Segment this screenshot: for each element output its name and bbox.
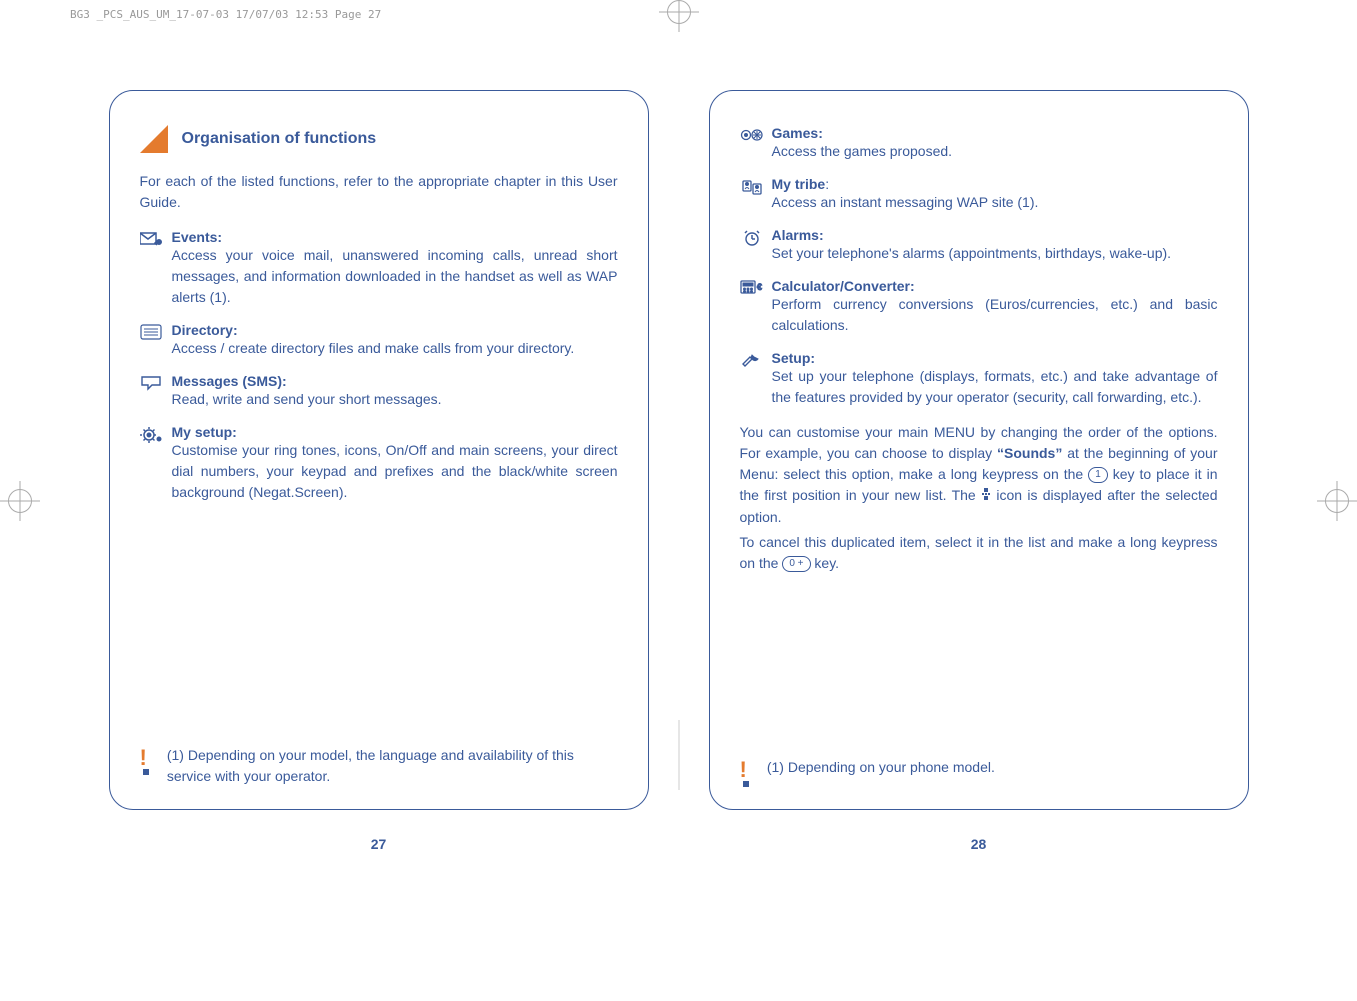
item-events: Events: Access your voice mail, unanswer… xyxy=(140,229,618,308)
triangle-icon xyxy=(140,125,168,153)
svg-text:€: € xyxy=(757,282,762,292)
directory-icon xyxy=(140,322,172,359)
item-title: Setup: xyxy=(772,350,1218,366)
item-title: Calculator/Converter: xyxy=(772,278,1218,294)
item-setup: Setup: Set up your telephone (displays, … xyxy=(740,350,1218,408)
list-marker-icon xyxy=(981,486,991,507)
item-desc: Access the games proposed. xyxy=(772,141,1218,162)
page-box-right: Games: Access the games proposed. My tri… xyxy=(709,90,1249,810)
item-desc: Access an instant messaging WAP site (1)… xyxy=(772,192,1218,213)
item-title: Alarms: xyxy=(772,227,1218,243)
bang-icon: ! xyxy=(740,757,767,787)
item-desc: Access your voice mail, unanswered incom… xyxy=(172,245,618,308)
footnote-left: ! (1) Depending on your model, the langu… xyxy=(140,745,618,787)
crop-mark-top xyxy=(667,0,691,24)
intro-text: For each of the listed functions, refer … xyxy=(140,171,618,213)
page-number: 27 xyxy=(109,836,649,852)
bang-icon: ! xyxy=(140,745,167,775)
item-calculator: € Calculator/Converter: Perform currency… xyxy=(740,278,1218,336)
keycap-0: 0 + xyxy=(782,556,810,572)
item-alarms: Alarms: Set your telephone's alarms (app… xyxy=(740,227,1218,264)
item-desc: Access / create directory files and make… xyxy=(172,338,618,359)
mysetup-icon xyxy=(140,424,172,503)
item-desc: Read, write and send your short messages… xyxy=(172,389,618,410)
games-icon xyxy=(740,125,772,162)
item-desc: Customise your ring tones, icons, On/Off… xyxy=(172,440,618,503)
item-title: My tribe: xyxy=(772,176,1218,192)
item-desc: Set your telephone's alarms (appointment… xyxy=(772,243,1218,264)
setup-icon xyxy=(740,350,772,408)
page-spread: Organisation of functions For each of th… xyxy=(0,90,1357,951)
mytribe-icon xyxy=(740,176,772,213)
heading-text: Organisation of functions xyxy=(182,130,377,148)
alarms-icon xyxy=(740,227,772,264)
page-right: Games: Access the games proposed. My tri… xyxy=(709,90,1249,951)
item-title: My setup: xyxy=(172,424,618,440)
page-number: 28 xyxy=(709,836,1249,852)
item-games: Games: Access the games proposed. xyxy=(740,125,1218,162)
section-heading: Organisation of functions xyxy=(140,125,618,153)
events-icon xyxy=(140,229,172,308)
keycap-1: 1 xyxy=(1088,467,1108,483)
item-title: Directory: xyxy=(172,322,618,338)
footnote-text: (1) Depending on your model, the languag… xyxy=(167,745,618,787)
footnote-right: ! (1) Depending on your phone model. xyxy=(740,757,1218,787)
page-left: Organisation of functions For each of th… xyxy=(109,90,649,951)
item-desc: Perform currency conversions (Euros/curr… xyxy=(772,294,1218,336)
item-mytribe: My tribe: Access an instant messaging WA… xyxy=(740,176,1218,213)
item-messages: Messages (SMS): Read, write and send you… xyxy=(140,373,618,410)
footnote-text: (1) Depending on your phone model. xyxy=(767,757,1218,778)
item-title: Events: xyxy=(172,229,618,245)
cancel-paragraph: To cancel this duplicated item, select i… xyxy=(740,532,1218,574)
customise-paragraph: You can customise your main MENU by chan… xyxy=(740,422,1218,528)
item-directory: Directory: Access / create directory fil… xyxy=(140,322,618,359)
item-mysetup: My setup: Customise your ring tones, ico… xyxy=(140,424,618,503)
calculator-icon: € xyxy=(740,278,772,336)
item-title: Messages (SMS): xyxy=(172,373,618,389)
item-title: Games: xyxy=(772,125,1218,141)
item-desc: Set up your telephone (displays, formats… xyxy=(772,366,1218,408)
page-box-left: Organisation of functions For each of th… xyxy=(109,90,649,810)
messages-icon xyxy=(140,373,172,410)
print-header: BG3 _PCS_AUS_UM_17-07-03 17/07/03 12:53 … xyxy=(70,8,381,21)
